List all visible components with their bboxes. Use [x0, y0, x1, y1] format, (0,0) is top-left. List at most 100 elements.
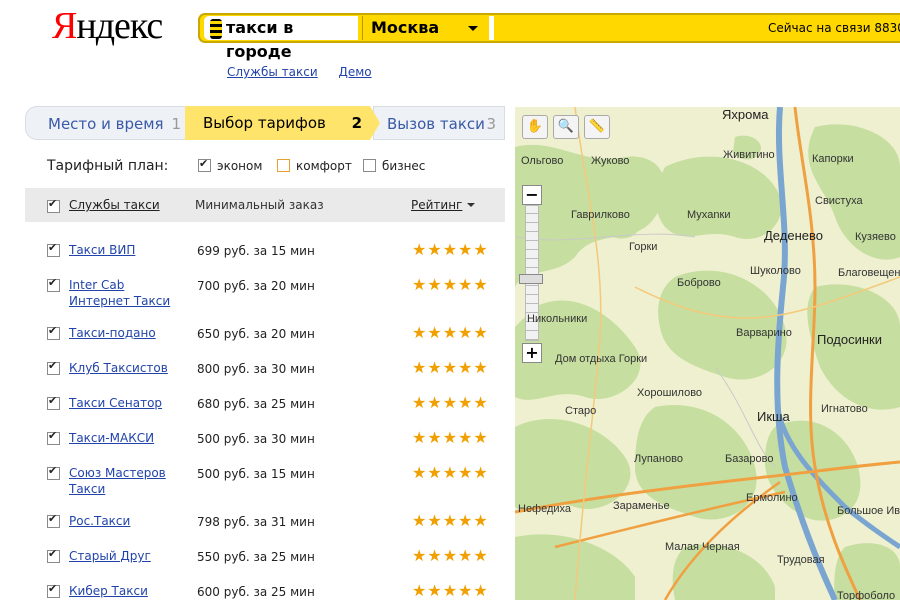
row-checkbox[interactable] [47, 241, 60, 257]
map-place-label: Боброво [677, 277, 721, 289]
online-status: Сейчас на связи 8830 [768, 21, 900, 35]
link-taxi-services[interactable]: Службы такси [227, 65, 318, 79]
map-place-label: Зараменье [613, 500, 670, 512]
min-order-price: 500 руб. за 15 мин [197, 467, 315, 481]
rating-stars: ★★★★★ [412, 275, 489, 294]
row-checkbox[interactable] [47, 512, 60, 528]
row-checkbox[interactable] [47, 429, 60, 445]
step-choose-tariff[interactable]: Выбор тарифов 2 [185, 106, 380, 140]
step-label: Выбор тарифов [203, 114, 326, 132]
taxi-checker-icon [210, 19, 222, 39]
yandex-logo[interactable]: Яндекс [52, 6, 163, 46]
zoom-out-button[interactable]: − [522, 185, 542, 205]
ruler-icon[interactable]: 📏 [584, 115, 610, 139]
search-bar: такси в городе Москва Сейчас на связи 88… [198, 13, 900, 61]
map-place-label: Трудовая [777, 554, 825, 566]
service-name-link[interactable]: Inter Cab Интернет Такси [69, 277, 189, 309]
map-place-label: Деденево [764, 228, 823, 243]
step-call-taxi[interactable]: Вызов такси 3 [373, 106, 505, 140]
service-name-link[interactable]: Клуб Таксистов [69, 360, 189, 376]
rating-stars: ★★★★★ [412, 428, 489, 447]
service-name-link[interactable]: Такси-подано [69, 325, 189, 341]
map-place-label: Никольники [527, 313, 588, 325]
row-checkbox[interactable] [47, 359, 60, 375]
col-rating[interactable]: Рейтинг [411, 188, 476, 222]
service-name-link[interactable]: Такси-МАКСИ [69, 430, 189, 446]
map-place-label: Жуково [591, 155, 630, 167]
checkbox-comfort[interactable] [277, 159, 290, 172]
city-select-value: Москва [371, 18, 440, 37]
row-checkbox[interactable] [47, 324, 60, 340]
map-place-label: Гаврилково [571, 209, 630, 221]
service-name-link[interactable]: Кибер Такси [69, 583, 189, 599]
step-number: 2 [351, 114, 362, 132]
row-checkbox[interactable] [47, 394, 60, 410]
search-query-text: такси в городе [226, 18, 294, 61]
service-name-link[interactable]: Такси ВИП [69, 242, 189, 258]
rating-stars: ★★★★★ [412, 323, 489, 342]
row-checkbox[interactable] [47, 547, 60, 563]
col-min-order: Минимальный заказ [195, 198, 324, 212]
map-place-label: Благовещенское [838, 267, 900, 279]
min-order-price: 798 руб. за 31 мин [197, 515, 315, 529]
row-checkbox[interactable] [47, 276, 60, 292]
option-business[interactable]: бизнес [363, 158, 425, 174]
rating-stars: ★★★★★ [412, 546, 489, 565]
map-place-label: Ольгово [521, 155, 564, 167]
min-order-price: 800 руб. за 30 мин [197, 362, 315, 376]
rating-stars: ★★★★★ [412, 393, 489, 412]
map-place-label: Базарово [725, 453, 774, 465]
map-place-label: Подосинки [817, 332, 882, 347]
option-label: комфорт [296, 159, 352, 173]
map-place-label: Мухanки [687, 209, 731, 221]
col-rating-label: Рейтинг [411, 198, 463, 212]
step-place-time[interactable]: Место и время 1 [25, 106, 190, 140]
dropdown-arrow-icon [468, 26, 478, 31]
pan-hand-icon[interactable]: ✋ [522, 115, 548, 139]
services-table-header: Службы такси Минимальный заказ Рейтинг [25, 188, 505, 222]
map-place-label: Живитино [723, 149, 775, 161]
search-divider [489, 16, 494, 40]
map-place-label: Свистуха [815, 195, 863, 207]
min-order-price: 550 руб. за 25 мин [197, 550, 315, 564]
row-checkbox[interactable] [47, 582, 60, 598]
zoom-slider-thumb[interactable] [519, 274, 543, 285]
checkbox-business[interactable] [363, 159, 376, 172]
option-comfort[interactable]: комфорт [277, 158, 352, 174]
sort-down-icon [467, 203, 476, 207]
option-label: бизнес [382, 159, 426, 173]
map-place-label: Икша [757, 409, 790, 424]
option-econom[interactable]: эконом [198, 156, 262, 174]
min-order-price: 650 руб. за 20 мин [197, 327, 315, 341]
map-place-label: Торфоболо [837, 590, 896, 600]
link-demo[interactable]: Демо [338, 65, 371, 79]
zoom-area-icon[interactable]: 🔍 [553, 115, 579, 139]
row-checkbox[interactable] [47, 464, 60, 480]
min-order-price: 680 руб. за 25 мин [197, 397, 315, 411]
rating-stars: ★★★★★ [412, 581, 489, 600]
city-select[interactable]: Москва [362, 16, 488, 40]
map-place-label: Яхрома [722, 107, 769, 122]
map-place-label: Кузяево [855, 231, 896, 243]
map-place-label: Дом отдыха Горки [555, 353, 648, 365]
map-place-label: Нефедиха [518, 503, 572, 515]
min-order-price: 700 руб. за 20 мин [197, 279, 315, 293]
rating-stars: ★★★★★ [412, 358, 489, 377]
map-place-label: Малая Черная [665, 541, 740, 553]
col-services[interactable]: Службы такси [69, 188, 160, 222]
service-name-link[interactable]: Старый Друг [69, 548, 189, 564]
search-query-field[interactable]: такси в городе [204, 16, 358, 61]
rating-stars: ★★★★★ [412, 511, 489, 530]
map-place-label: Старо [565, 405, 597, 417]
sub-navigation: Службы такси Демо [227, 65, 389, 79]
service-name-link[interactable]: Такси Сенатор [69, 395, 189, 411]
select-all-checkbox[interactable] [47, 197, 60, 213]
map-view[interactable]: ✋ 🔍 📏 − + Яхрома Ольгово Жуково Живитино Кап… [515, 107, 900, 600]
map-place-label: Большое Ивановское [837, 505, 900, 517]
checkbox-econom[interactable] [198, 156, 211, 172]
map-place-label: Игнатово [821, 403, 868, 415]
wizard-steps: Место и время 1 Вызов такси 3 Выбор тари… [25, 106, 505, 140]
service-name-link[interactable]: Рос.Такси [69, 513, 189, 529]
service-name-link[interactable]: Союз Мастеров Такси [69, 465, 189, 497]
zoom-in-button[interactable]: + [522, 343, 542, 363]
